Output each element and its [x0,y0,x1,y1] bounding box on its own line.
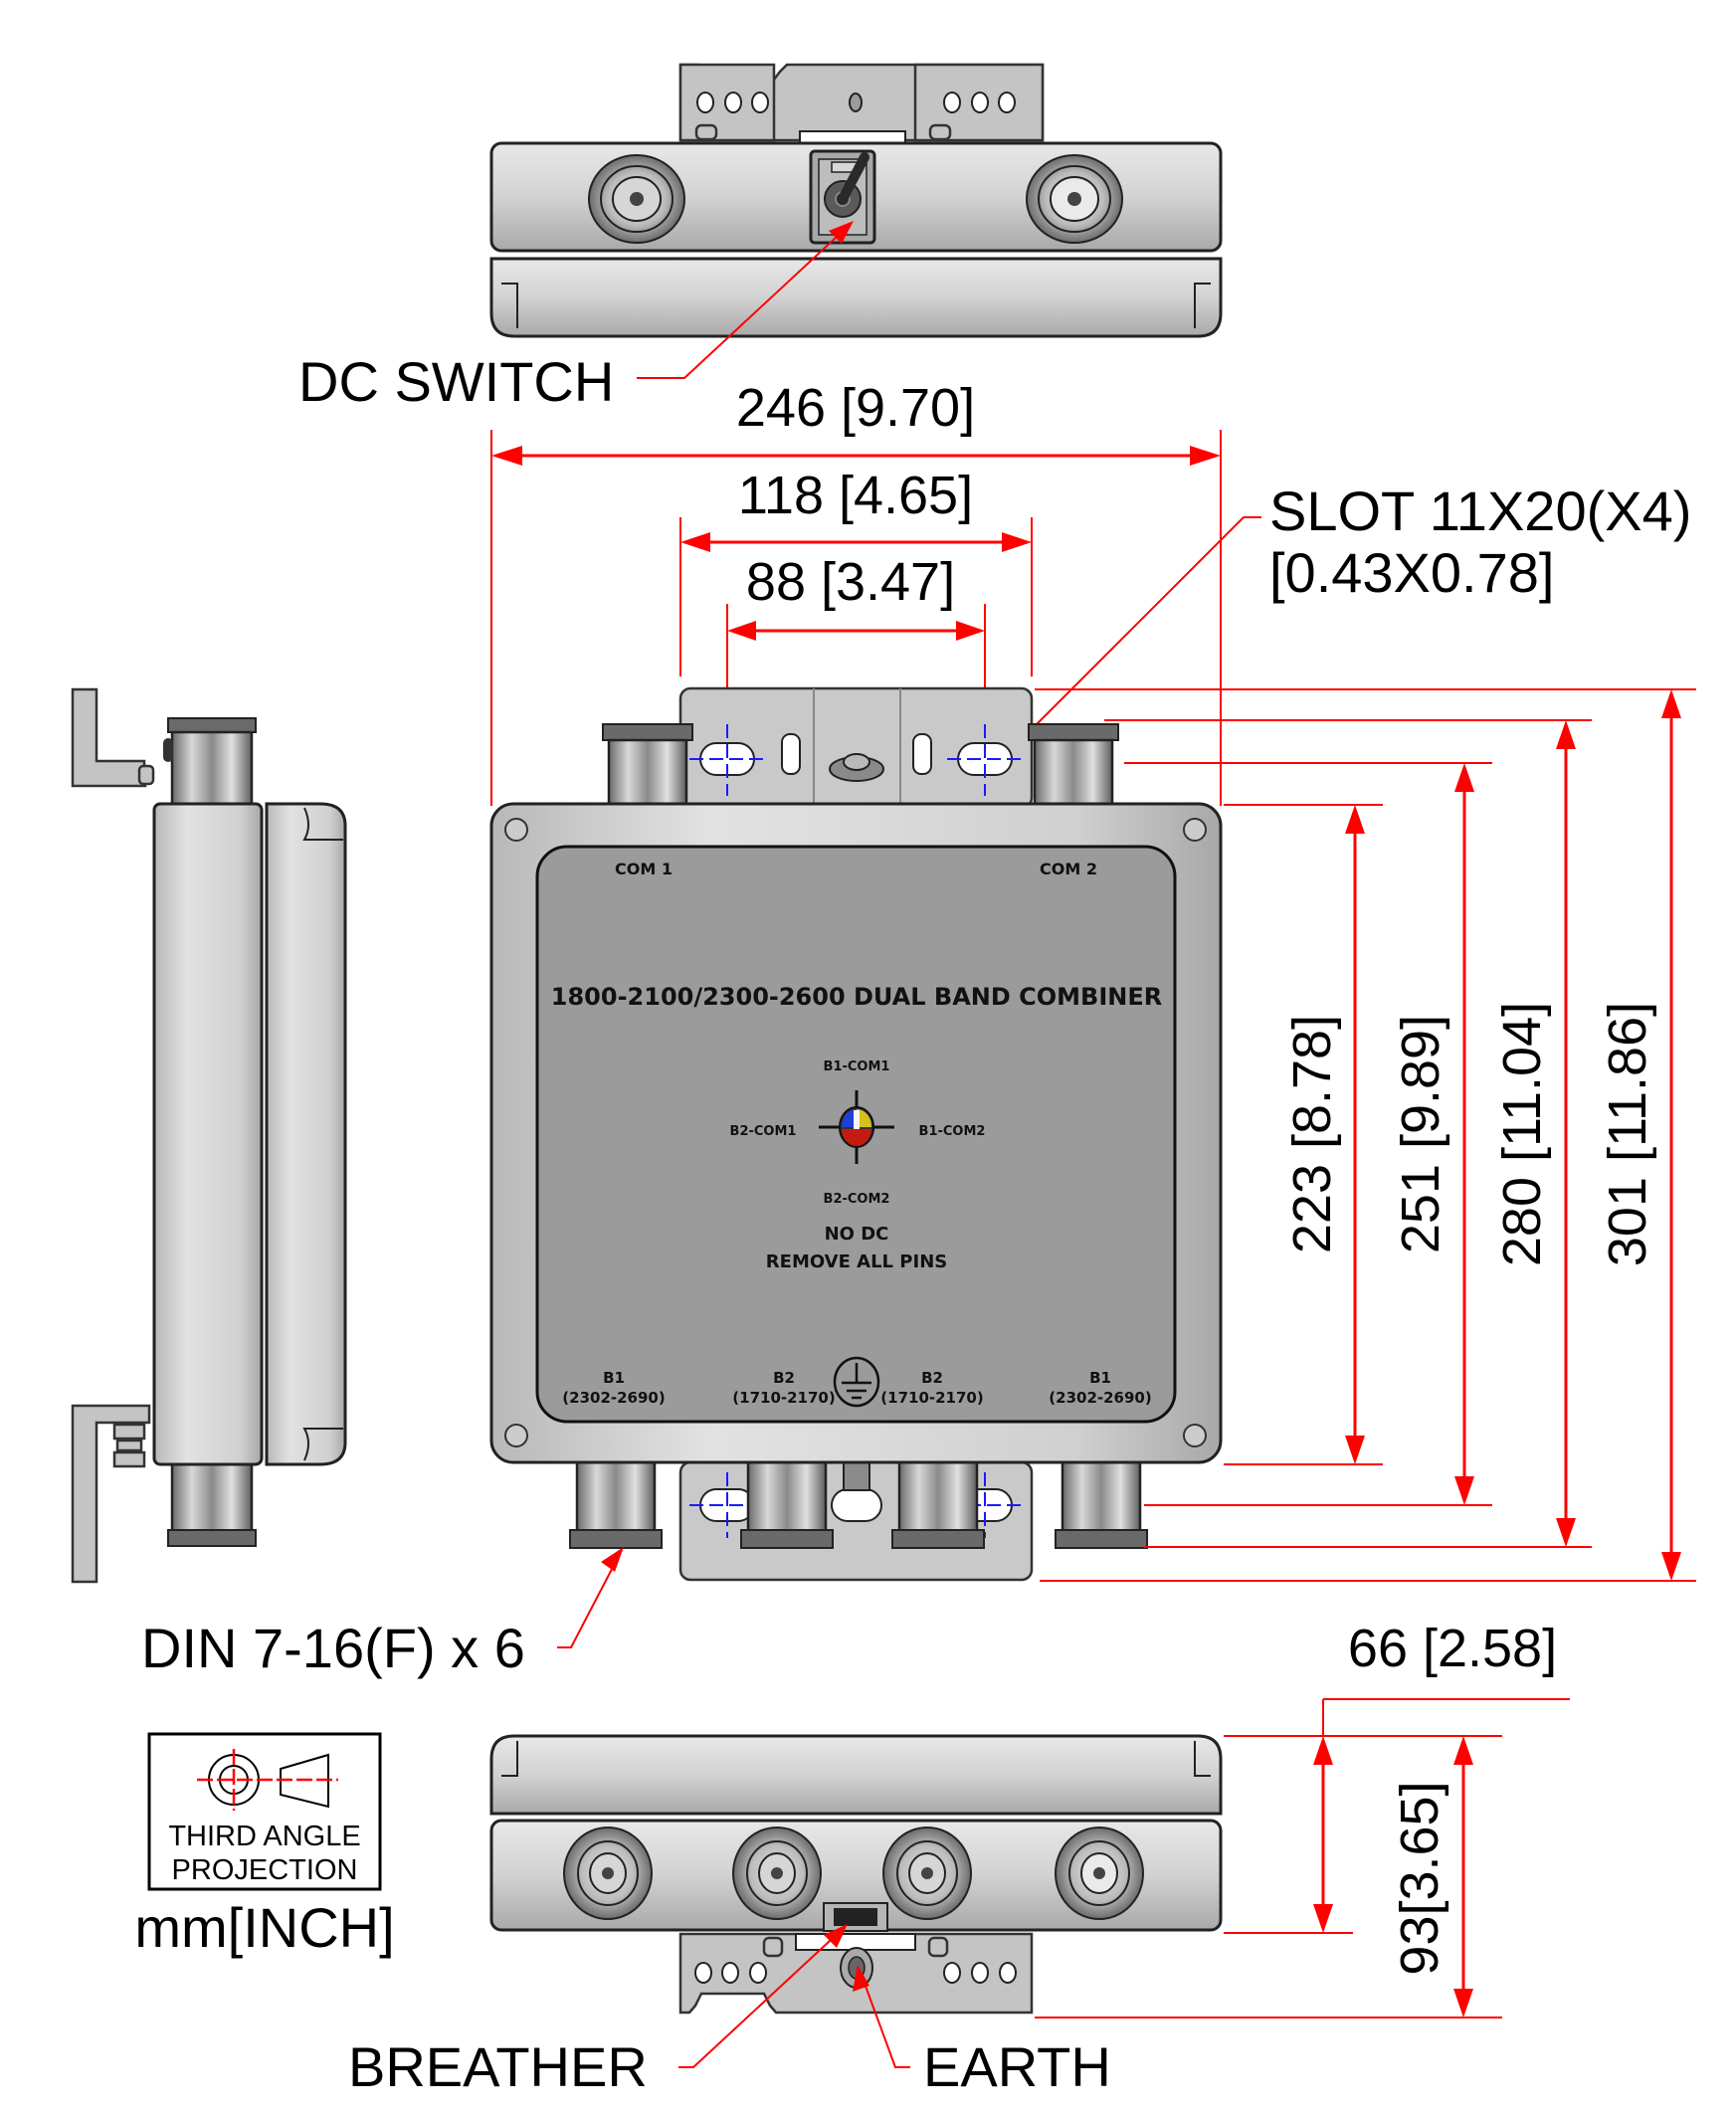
bottom-connector [732,1827,822,1920]
front-connector-com2 [1028,723,1119,806]
slot-callout: SLOT 11X20(X4) [0.43X0.78] [1010,480,1691,751]
slot-label-line1: SLOT 11X20(X4) [1269,480,1691,542]
bottom-connector [1055,1827,1144,1920]
dim-overall-depth: 93[3.65] [1390,1781,1449,1975]
projection-line2: PROJECTION [172,1854,358,1886]
projection-line1: THIRD ANGLE [168,1821,360,1852]
dim-overall-height: 301 [11.86] [1598,1002,1657,1266]
din-label: DIN 7-16(F) x 6 [141,1617,525,1679]
side-view [71,687,347,1584]
top-view [489,63,1223,338]
din-callout: DIN 7-16(F) x 6 [141,1547,624,1679]
side-bracket-top [71,687,147,788]
side-body [152,802,264,1466]
warning-remove-pins: REMOVE ALL PINS [766,1251,947,1272]
side-lid [265,802,347,1466]
svg-text:B1: B1 [603,1369,625,1387]
diagram-bottom-label: B2-COM2 [824,1192,890,1207]
front-connector-b1-left [569,1460,663,1549]
bottom-connector [563,1827,653,1920]
bottom-view [489,1734,1223,2015]
svg-text:B2: B2 [773,1369,795,1387]
top-view-lid [489,257,1223,338]
svg-text:B1: B1 [1089,1369,1111,1387]
dim-height-251: 251 [9.89] [1391,1015,1450,1253]
dc-switch-label: DC SWITCH [298,350,614,413]
front-connector-b2-left [740,1460,834,1549]
dim-body-height: 223 [8.78] [1282,1015,1342,1253]
front-connector-b2-right [891,1460,985,1549]
dim-bracket-width: 118 [4.65] [738,466,973,525]
svg-text:(2302-2690): (2302-2690) [1049,1389,1151,1407]
diagram-left-label: B2-COM1 [730,1124,797,1139]
front-view: COM 1 COM 2 1800-2100/2300-2600 DUAL BAN… [489,686,1223,1582]
breather-label: BREATHER [348,2035,648,2098]
top-connector-right [1026,154,1123,244]
third-angle-projection-box: THIRD ANGLE PROJECTION [147,1732,382,1891]
earth-stud-bottom [843,1461,870,1491]
bottom-view-lid [489,1734,1223,1816]
technical-drawing: DC SWITCH 246 [9.70] 118 [4.65] 88 [3.47… [71,63,1696,2098]
label-com1: COM 1 [615,860,673,878]
svg-text:(1710-2170): (1710-2170) [880,1389,983,1407]
diagram-right-label: B1-COM2 [919,1124,986,1139]
label-com2: COM 2 [1040,860,1097,878]
slot-label-line2: [0.43X0.78] [1269,541,1554,604]
label-title: 1800-2100/2300-2600 DUAL BAND COMBINER [551,983,1162,1011]
svg-text:(2302-2690): (2302-2690) [562,1389,665,1407]
dim-height-280: 280 [11.04] [1492,1002,1552,1266]
svg-text:B2: B2 [921,1369,943,1387]
warning-no-dc: NO DC [825,1224,889,1245]
dim-slot-spacing: 88 [3.47] [746,552,955,612]
dim-body-depth: 66 [2.58] [1348,1619,1557,1678]
diagram-top-label: B1-COM1 [824,1059,890,1074]
bottom-connector [882,1827,972,1920]
earth-label: EARTH [923,2035,1111,2098]
front-connector-b1-right [1055,1460,1148,1549]
front-connector-com1 [602,723,693,806]
svg-text:(1710-2170): (1710-2170) [732,1389,835,1407]
breather-vent [823,1902,888,1932]
dim-overall-width: 246 [9.70] [736,378,975,438]
units-label: mm[INCH] [134,1896,394,1959]
depth-dimensions: 66 [2.58] 93[3.65] [1035,1619,1570,2019]
top-connector-left [588,154,685,244]
